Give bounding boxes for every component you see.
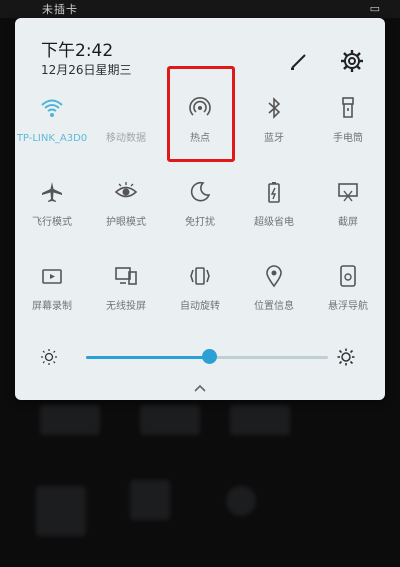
bluetooth-icon xyxy=(268,97,281,119)
clock-date: 12月26日星期三 xyxy=(41,63,132,77)
flashlight-icon xyxy=(342,97,354,118)
tile-bluetooth[interactable]: 蓝牙 xyxy=(237,96,311,166)
clock-time: 下午2:42 xyxy=(41,41,114,61)
status-icons: ▭ xyxy=(364,2,380,15)
tile-floating-nav[interactable]: 悬浮导航 xyxy=(311,264,385,334)
gear-icon[interactable] xyxy=(339,48,365,74)
tile-label: 护眼模式 xyxy=(106,217,146,228)
tile-label: 移动数据 xyxy=(106,133,146,144)
rotate-icon xyxy=(190,267,210,285)
tile-location[interactable]: 位置信息 xyxy=(237,264,311,334)
tile-label: 悬浮导航 xyxy=(328,301,368,312)
brightness-high-icon xyxy=(337,348,355,366)
eye-icon xyxy=(114,182,138,198)
tile-label: 屏幕录制 xyxy=(32,301,72,312)
highlight-box xyxy=(167,66,235,162)
chevron-up-icon[interactable] xyxy=(193,383,207,393)
background-blur xyxy=(36,486,86,536)
battery-icon: ▭ xyxy=(369,2,380,15)
background-blur xyxy=(226,486,256,516)
background-blur xyxy=(140,405,200,435)
tile-flashlight[interactable]: 手电筒 xyxy=(311,96,385,166)
tile-auto-rotate[interactable]: 自动旋转 xyxy=(163,264,237,334)
tile-label: 超级省电 xyxy=(254,217,294,228)
screen-record-icon xyxy=(42,269,62,284)
tile-label: 位置信息 xyxy=(254,301,294,312)
tile-screen-record[interactable]: 屏幕录制 xyxy=(15,264,89,334)
tile-label: TP-LINK_A3D0 xyxy=(16,133,88,144)
edit-icon[interactable] xyxy=(286,48,312,74)
tile-label: 无线投屏 xyxy=(106,301,146,312)
tile-label: 飞行模式 xyxy=(32,217,72,228)
background-blur xyxy=(40,405,100,435)
carrier-text: 未插卡 xyxy=(42,3,78,16)
tile-screenshot[interactable]: 截屏 xyxy=(311,180,385,250)
status-bar: 未插卡 ▭ xyxy=(0,0,400,18)
tile-airplane-mode[interactable]: 飞行模式 xyxy=(15,180,89,250)
cast-icon xyxy=(115,267,137,285)
tile-wireless-projection[interactable]: 无线投屏 xyxy=(89,264,163,334)
tile-eye-comfort[interactable]: 护眼模式 xyxy=(89,180,163,250)
tile-power-saving[interactable]: 超级省电 xyxy=(237,180,311,250)
floating-nav-icon xyxy=(340,265,356,287)
background-blur xyxy=(230,405,290,435)
brightness-low-icon xyxy=(41,349,57,365)
tile-label: 免打扰 xyxy=(185,217,215,228)
battery-saver-icon xyxy=(268,182,280,203)
tile-label: 截屏 xyxy=(338,217,358,228)
wifi-icon xyxy=(41,99,63,117)
tile-label: 蓝牙 xyxy=(264,133,284,144)
tile-do-not-disturb[interactable]: 免打扰 xyxy=(163,180,237,250)
brightness-thumb[interactable] xyxy=(201,349,217,364)
background-blur xyxy=(130,480,170,520)
brightness-fill xyxy=(86,356,210,359)
tile-wifi[interactable]: TP-LINK_A3D0 xyxy=(15,96,89,166)
moon-icon xyxy=(190,181,211,202)
location-pin-icon xyxy=(266,265,282,288)
screenshot-icon xyxy=(338,183,358,202)
tile-mobile-data[interactable]: 移动数据 xyxy=(89,96,163,166)
tile-label: 自动旋转 xyxy=(180,301,220,312)
airplane-icon xyxy=(42,182,62,202)
tile-label: 手电筒 xyxy=(333,133,363,144)
